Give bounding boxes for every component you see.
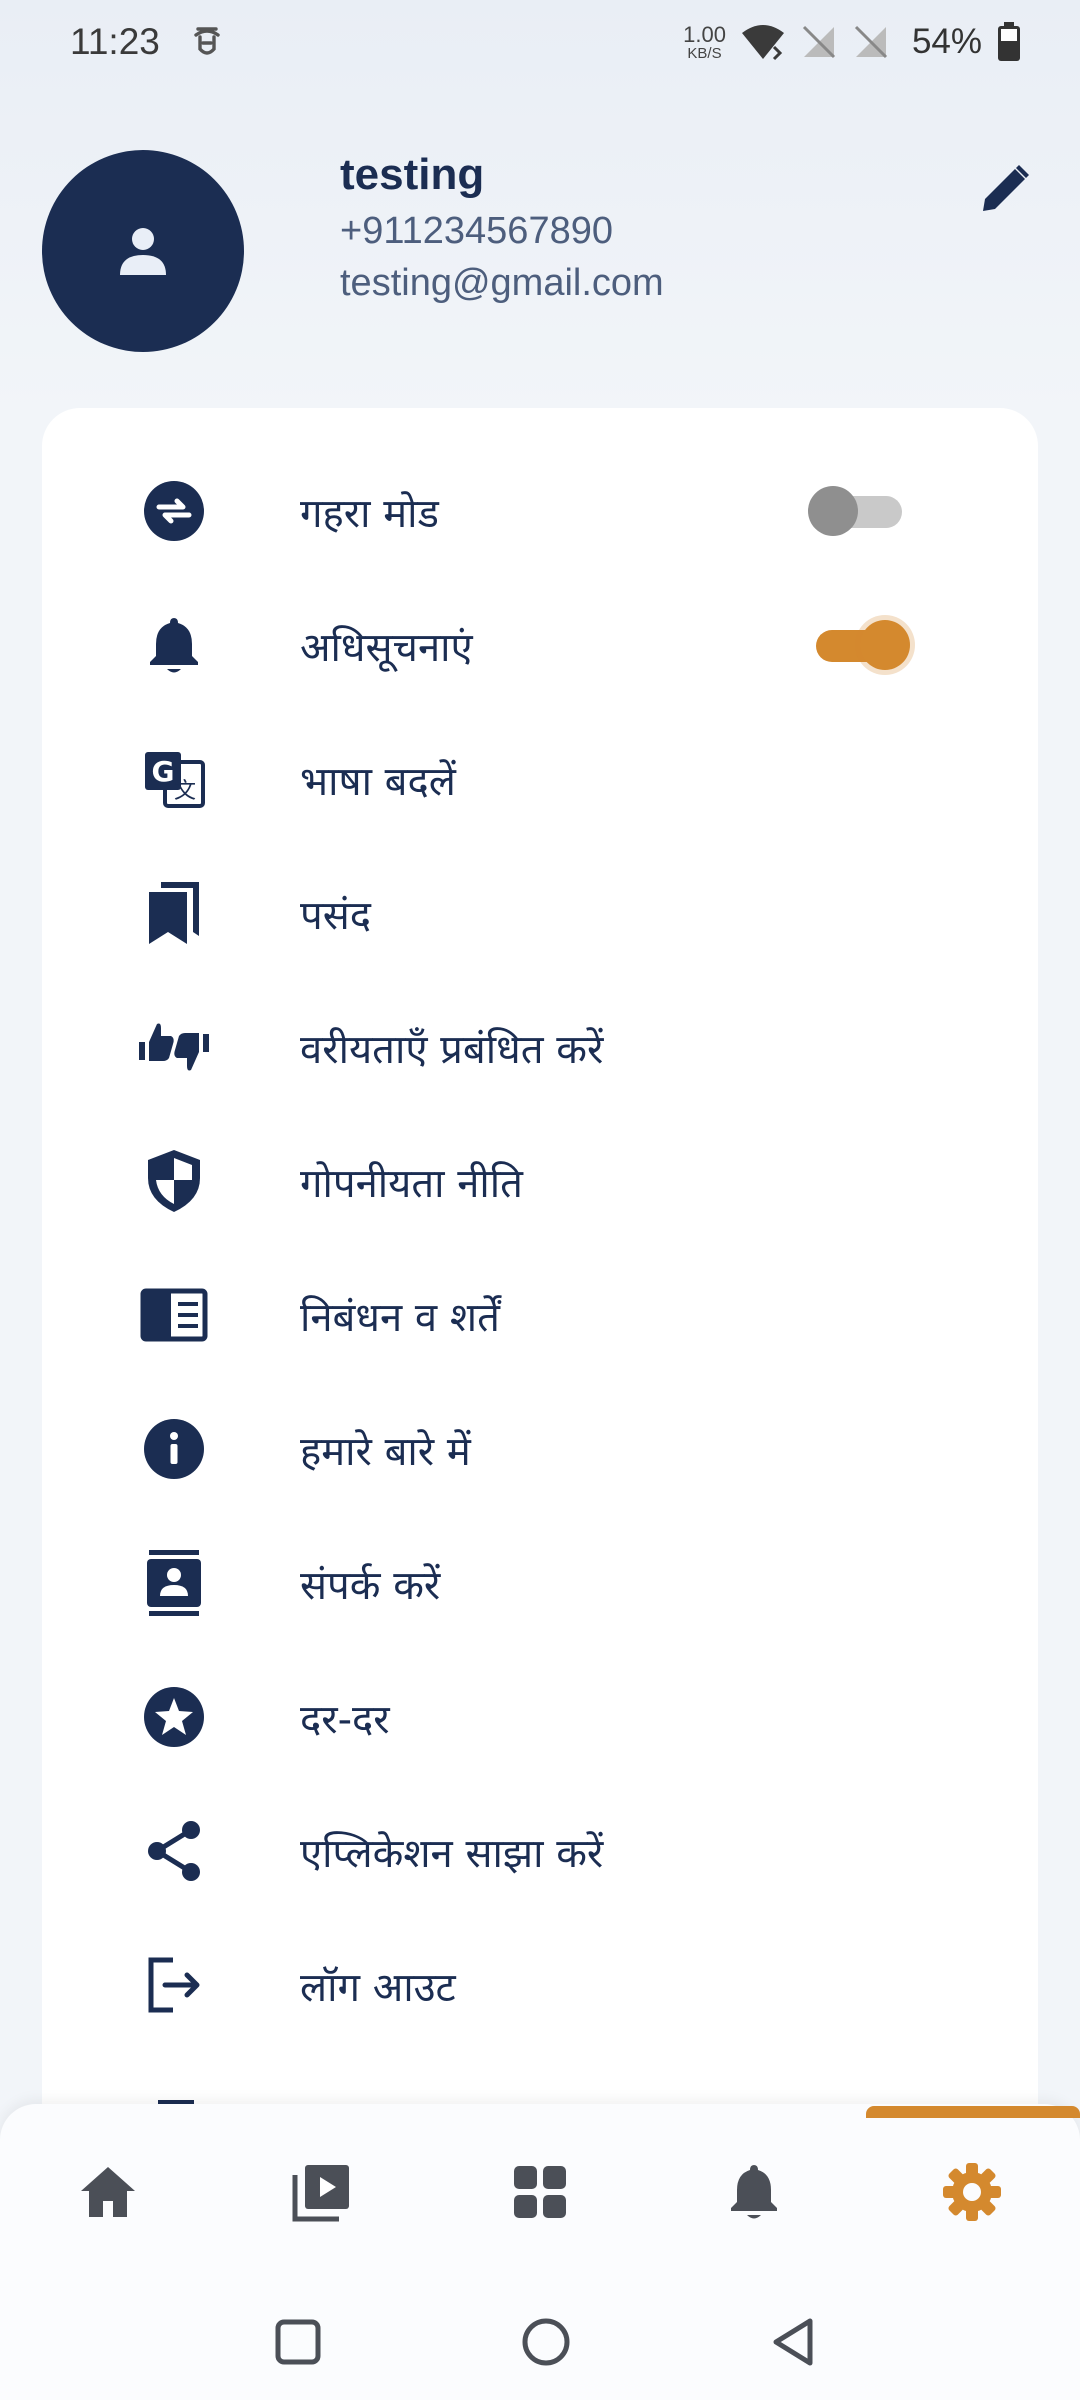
battery-icon (998, 22, 1020, 61)
profile-email: testing@gmail.com (340, 262, 664, 304)
profile-phone: +911234567890 (340, 210, 613, 252)
nav-home[interactable] (68, 2152, 148, 2232)
pencil-icon (983, 165, 1029, 211)
menu-item-notifications[interactable]: अधिसूचनाएं (42, 578, 1038, 712)
settings-screen: 11:23 1.00 KB/S 54% testing +91123456789… (0, 0, 1080, 2400)
recents-button[interactable] (268, 2312, 328, 2372)
menu-label-privacy-policy: गोपनीयता नीति (300, 1160, 523, 1207)
bell-icon (134, 605, 214, 685)
circle-icon (522, 2318, 570, 2366)
menu-item-privacy-policy[interactable]: गोपनीयता नीति (42, 1114, 1038, 1248)
swap-icon (134, 471, 214, 551)
menu-label-language: भाषा बदलें (300, 758, 456, 805)
menu-label-contact-us: संपर्क करें (300, 1562, 441, 1609)
translate-icon: G 文 (134, 739, 214, 819)
menu-label-rate: दर-दर (300, 1696, 390, 1743)
status-right: 1.00 KB/S 54% (683, 22, 1022, 62)
back-button[interactable] (764, 2312, 824, 2372)
menu-label-favourites: पसंद (300, 892, 371, 939)
bookmarks-icon (134, 873, 214, 953)
notifications-icon (731, 2165, 777, 2219)
star-icon (134, 1677, 214, 1757)
contact-icon (134, 1543, 214, 1623)
menu-label-logout: लॉग आउट (300, 1964, 456, 2011)
notifications-toggle[interactable] (808, 620, 910, 670)
back-triangle-icon (773, 2318, 813, 2366)
nav-categories[interactable] (500, 2152, 580, 2232)
menu-item-logout[interactable]: लॉग आउट (42, 1918, 1038, 2052)
edit-profile-button[interactable] (970, 154, 1040, 224)
profile-header: testing +911234567890 testing@gmail.com (0, 140, 1080, 380)
dark-mode-toggle[interactable] (808, 486, 908, 536)
square-icon (275, 2319, 321, 2365)
nav-videos[interactable] (282, 2152, 362, 2232)
no-signal-icon-2 (854, 25, 887, 59)
profile-name: testing (340, 150, 485, 199)
system-navigation-bar (0, 2290, 1080, 2400)
nav-settings[interactable] (932, 2152, 1012, 2232)
menu-item-partially-hidden[interactable] (42, 2048, 1038, 2108)
svg-text:文: 文 (174, 779, 196, 804)
thumbs-icon (134, 1007, 214, 1087)
shield-icon (134, 1141, 214, 1221)
menu-label-preferences: वरीयताएँ प्रबंधित करें (300, 1026, 604, 1073)
grid-icon (514, 2166, 566, 2218)
menu-label-dark-mode: गहरा मोड (300, 490, 439, 537)
avatar[interactable] (42, 150, 244, 352)
wifi-icon (741, 25, 784, 61)
share-icon (134, 1811, 214, 1891)
menu-item-preferences[interactable]: वरीयताएँ प्रबंधित करें (42, 980, 1038, 1114)
menu-label-about-us: हमारे बारे में (300, 1428, 471, 1475)
status-time: 11:23 (70, 21, 160, 62)
menu-label-notifications: अधिसूचनाएं (300, 624, 473, 671)
active-tab-indicator (866, 2106, 1080, 2118)
menu-label-share-app: एप्लिकेशन साझा करें (300, 1830, 604, 1877)
home-icon (81, 2167, 135, 2217)
menu-item-rate[interactable]: दर-दर (42, 1650, 1038, 1784)
no-signal-icon (802, 25, 835, 59)
settings-icon (943, 2163, 1001, 2221)
status-bar: 11:23 1.00 KB/S 54% (0, 0, 1080, 84)
toggle-thumb (860, 620, 910, 670)
menu-item-terms[interactable]: निबंधन व शर्तें (42, 1248, 1038, 1382)
book-icon (134, 1275, 214, 1355)
video-library-icon (292, 2165, 349, 2222)
app-notification-icon (194, 27, 220, 55)
network-speed: 1.00 KB/S (683, 21, 726, 62)
home-system-button[interactable] (516, 2312, 576, 2372)
logout-icon (134, 1945, 214, 2025)
menu-item-favourites[interactable]: पसंद (42, 846, 1038, 980)
menu-item-share-app[interactable]: एप्लिकेशन साझा करें (42, 1784, 1038, 1918)
menu-item-language[interactable]: G 文 भाषा बदलें (42, 712, 1038, 846)
toggle-thumb (808, 486, 858, 536)
menu-item-contact-us[interactable]: संपर्क करें (42, 1516, 1038, 1650)
nav-notifications[interactable] (714, 2152, 794, 2232)
person-icon (120, 228, 166, 275)
info-icon (134, 1409, 214, 1489)
menu-item-dark-mode[interactable]: गहरा मोड (42, 444, 1038, 578)
menu-label-terms: निबंधन व शर्तें (300, 1294, 500, 1341)
svg-text:G: G (152, 755, 175, 788)
menu-item-about-us[interactable]: हमारे बारे में (42, 1382, 1038, 1516)
settings-card: गहरा मोड अधिसूचनाएं G 文 भाषा बदलें पसंद … (42, 408, 1038, 2400)
battery-percentage: 54% (911, 22, 982, 61)
